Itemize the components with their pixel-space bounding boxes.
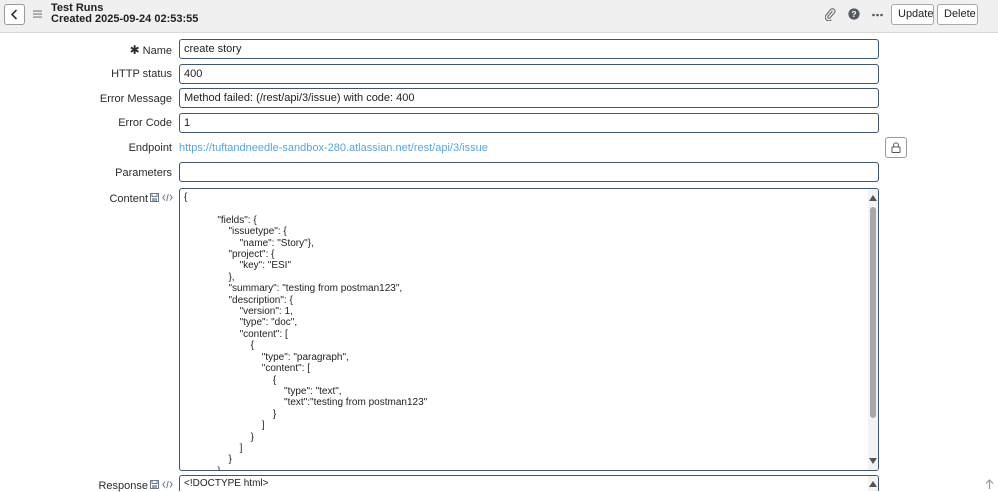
content-scrollbar[interactable] bbox=[868, 189, 878, 470]
error-code-field[interactable] bbox=[179, 113, 879, 133]
update-button[interactable]: Update bbox=[891, 4, 934, 25]
content-code: { "fields": { "issuetype": { "name": "St… bbox=[184, 192, 428, 470]
arrow-up-icon[interactable] bbox=[985, 479, 994, 489]
name-label: ✱ Name bbox=[130, 43, 172, 57]
name-field[interactable] bbox=[179, 39, 879, 59]
form-header: Test Runs Created 2025-09-24 02:53:55 ? … bbox=[0, 0, 998, 33]
page-subtitle: Created 2025-09-24 02:53:55 bbox=[51, 13, 199, 25]
parameters-field[interactable] bbox=[179, 162, 879, 182]
endpoint-link[interactable]: https://tuftandneedle-sandbox-280.atlass… bbox=[179, 142, 488, 154]
svg-text:?: ? bbox=[851, 9, 856, 19]
name-label-text: Name bbox=[142, 45, 172, 57]
error-message-field[interactable] bbox=[179, 88, 879, 108]
scroll-up-arrow-icon[interactable] bbox=[869, 195, 877, 201]
hamburger-icon[interactable] bbox=[33, 10, 42, 18]
content-textarea[interactable]: { "fields": { "issuetype": { "name": "St… bbox=[179, 188, 879, 471]
endpoint-label: Endpoint bbox=[128, 142, 172, 154]
lock-button[interactable] bbox=[885, 137, 907, 158]
response-scrollbar[interactable] bbox=[868, 476, 878, 491]
delete-button[interactable]: Delete bbox=[937, 4, 978, 25]
scrollbar-thumb[interactable] bbox=[870, 207, 876, 418]
response-code: <!DOCTYPE html> bbox=[184, 478, 269, 489]
error-message-label: Error Message bbox=[99, 93, 172, 105]
scroll-down-arrow-icon[interactable] bbox=[869, 458, 877, 464]
http-status-label: HTTP status bbox=[111, 68, 172, 80]
title-block: Test Runs Created 2025-09-24 02:53:55 bbox=[51, 3, 198, 25]
help-icon[interactable]: ? bbox=[848, 8, 860, 20]
content-label: Content bbox=[109, 193, 148, 205]
save-icon[interactable] bbox=[150, 480, 159, 489]
save-icon[interactable] bbox=[150, 193, 159, 202]
scroll-up-arrow-icon[interactable] bbox=[869, 481, 877, 487]
lock-icon bbox=[891, 142, 901, 153]
response-field-tools bbox=[150, 480, 173, 489]
paperclip-icon[interactable] bbox=[825, 8, 836, 21]
response-textarea[interactable]: <!DOCTYPE html> bbox=[179, 475, 879, 491]
back-button[interactable] bbox=[4, 4, 25, 25]
response-label: Response bbox=[98, 480, 148, 492]
parameters-label: Parameters bbox=[115, 167, 172, 179]
code-icon[interactable] bbox=[162, 193, 173, 202]
error-code-label: Error Code bbox=[118, 117, 172, 129]
more-options-icon[interactable] bbox=[872, 13, 883, 17]
content-field-tools bbox=[150, 193, 173, 202]
http-status-field[interactable] bbox=[179, 64, 879, 84]
required-mark: ✱ bbox=[129, 43, 140, 57]
code-icon[interactable] bbox=[162, 480, 173, 489]
chevron-left-icon bbox=[10, 9, 18, 20]
